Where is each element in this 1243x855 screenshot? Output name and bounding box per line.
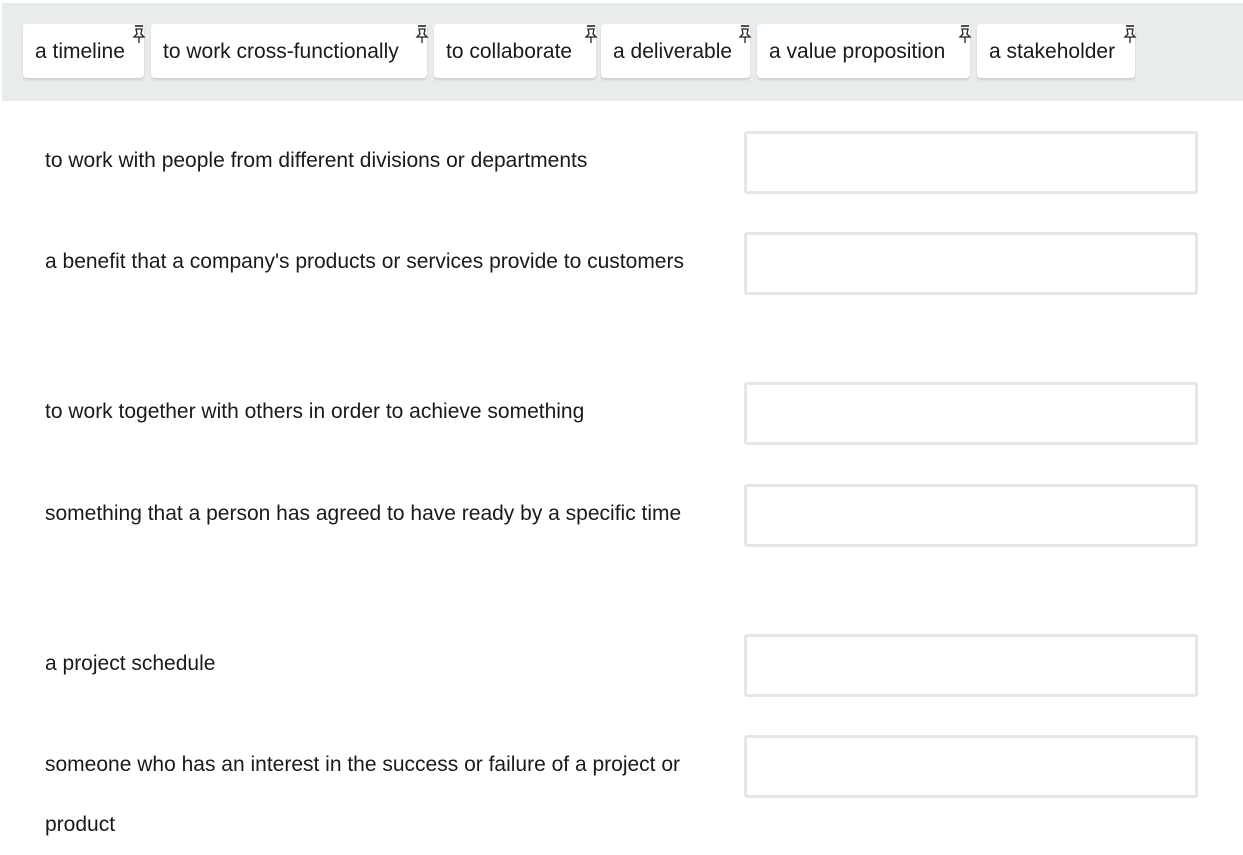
answer-drop-zone[interactable]: [744, 232, 1198, 295]
definition-text: something that a person has agreed to ha…: [45, 502, 682, 525]
definition-text: to work together with others in order to…: [45, 400, 585, 423]
pin-icon: [415, 25, 429, 43]
chip-label: a timeline: [35, 40, 125, 63]
draggable-chip-a-stakeholder[interactable]: a stakeholder: [977, 24, 1137, 78]
definition-text: a project schedule: [45, 652, 216, 675]
draggable-chip-a-timeline[interactable]: a timeline: [23, 24, 146, 78]
answer-drop-zone[interactable]: [744, 382, 1198, 445]
word-bank: a timeline to work cross-functionally to…: [2, 3, 1243, 101]
answer-drop-zone[interactable]: [744, 131, 1198, 194]
answer-drop-zone[interactable]: [744, 634, 1198, 697]
draggable-chip-a-deliverable[interactable]: a deliverable: [601, 24, 752, 78]
pin-icon: [584, 25, 598, 43]
pin-icon: [132, 25, 146, 43]
answer-drop-zone[interactable]: [744, 735, 1198, 798]
definition-text: someone who has an interest in the succe…: [45, 753, 681, 836]
draggable-chip-to-collaborate[interactable]: to collaborate: [434, 24, 598, 78]
pin-icon: [738, 25, 752, 43]
pin-icon: [1123, 25, 1137, 43]
chip-label: to collaborate: [446, 40, 573, 63]
pin-icon: [958, 25, 972, 43]
draggable-chip-a-value-proposition[interactable]: a value proposition: [757, 24, 972, 78]
chip-label: a stakeholder: [989, 40, 1116, 63]
chip-label: to work cross-functionally: [163, 40, 399, 63]
draggable-chip-to-work-cross-functionally[interactable]: to work cross-functionally: [151, 24, 429, 78]
chip-label: a deliverable: [613, 40, 733, 63]
answer-drop-zone[interactable]: [744, 484, 1198, 547]
chip-label: a value proposition: [769, 40, 946, 63]
definition-text: a benefit that a company's products or s…: [45, 250, 684, 273]
definition-text: to work with people from different divis…: [45, 149, 588, 172]
